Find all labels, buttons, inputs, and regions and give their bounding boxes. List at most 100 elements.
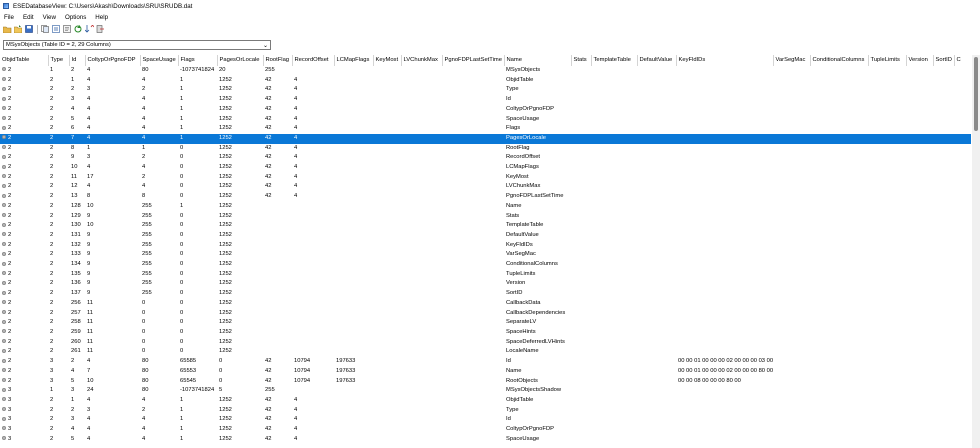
table-cell (591, 221, 637, 231)
table-cell (373, 115, 401, 125)
table-row[interactable]: 2 2 137 9 255 0 1252 SortID (0, 289, 971, 299)
table-row[interactable]: 2 2 7 4 4 1 1252 42 4 PagesOrLocale (0, 133, 971, 144)
table-row[interactable]: 2 3 4 7 80 65553 0 42 10794 197633 Name 00 00 01 00… (0, 367, 971, 377)
column-header-objidtable[interactable]: ObjidTable (0, 55, 49, 66)
table-row[interactable]: 2 2 8 1 1 0 1252 42 4 RootFlag (0, 144, 971, 154)
table-cell: 2 (50, 426, 54, 433)
table-row[interactable]: 2 2 2 3 2 1 1252 42 4 Type (0, 85, 971, 95)
scrollbar-thumb[interactable] (974, 57, 978, 131)
column-header-defaultvalue[interactable]: DefaultValue (637, 55, 677, 66)
column-header-name[interactable]: Name (504, 55, 572, 66)
open-icon[interactable] (2, 24, 12, 34)
table-row[interactable]: 2 2 136 9 255 0 1252 Version (0, 279, 971, 289)
menu-view[interactable]: View (39, 14, 61, 21)
table-row[interactable]: 2 2 134 9 255 0 1252 ConditionalColumns (0, 260, 971, 270)
column-header-templatetable[interactable]: TemplateTable (591, 55, 638, 66)
table-cell (637, 279, 676, 289)
table-cell: 2 (50, 406, 54, 413)
open-dropdown-icon[interactable] (13, 24, 23, 34)
table-cell (442, 406, 504, 416)
menu-file[interactable]: File (0, 14, 19, 21)
table-row[interactable]: 2 2 261 11 0 0 1252 LocaleName (0, 347, 971, 357)
table-row[interactable]: 2 2 5 4 4 1 1252 42 4 SpaceUsage (0, 115, 971, 125)
table-row[interactable]: 2 1 2 4 80 -1073741824 20 255 MSysObjects (0, 66, 971, 76)
table-cell (906, 153, 933, 163)
table-row[interactable]: 2 2 10 4 4 0 1252 42 4 LCMapFlags (0, 163, 971, 173)
column-header-flags[interactable]: Flags (178, 55, 218, 66)
table-row[interactable]: 3 2 1 4 4 1 1252 42 4 ObjidTable (0, 396, 971, 406)
table-cell (954, 250, 971, 260)
table-row[interactable]: 2 3 5 10 80 65545 0 42 10794 197633 RootObjects 00 … (0, 377, 971, 387)
column-header-recordoffset[interactable]: RecordOffset (292, 55, 335, 66)
menu-options[interactable]: Options (61, 14, 91, 21)
table-row[interactable]: 2 3 2 4 80 65585 0 42 10794 197633 Id 00 00 01 00 0… (0, 357, 971, 367)
column-header-coltyporpgnofdp[interactable]: ColtypOrPgnoFDP (85, 55, 141, 66)
column-header-spaceusage[interactable]: SpaceUsage (140, 55, 179, 66)
table-row[interactable]: 2 2 1 4 4 1 1252 42 4 ObjidTable (0, 76, 971, 86)
properties-icon[interactable] (62, 24, 72, 34)
table-row[interactable]: 2 2 258 11 0 0 1252 SeparateLV (0, 318, 971, 328)
table-row[interactable]: 2 2 256 11 0 0 1252 CallbackData (0, 299, 971, 309)
table-row[interactable]: 2 2 9 3 2 0 1252 42 4 RecordOffset (0, 153, 971, 163)
column-header-lvchunkmax[interactable]: LVChunkMax (401, 55, 443, 66)
table-row[interactable]: 3 2 4 4 4 1 1252 42 4 ColtypOrPgnoFDP (0, 425, 971, 435)
table-row[interactable]: 2 2 129 9 255 0 1252 Stats (0, 212, 971, 222)
column-header-tuplelimits[interactable]: TupleLimits (868, 55, 907, 66)
menu-help[interactable]: Help (91, 14, 113, 21)
table-row[interactable]: 2 2 3 4 4 1 1252 42 4 Id (0, 95, 971, 105)
column-header-conditionalcolumns[interactable]: ConditionalColumns (810, 55, 869, 66)
table-row[interactable]: 3 2 2 3 2 1 1252 42 4 Type (0, 406, 971, 416)
sort-icon[interactable] (84, 24, 94, 34)
save-icon[interactable] (24, 24, 34, 34)
table-cell: 2 (0, 85, 48, 95)
column-header-sortid[interactable]: SortID (933, 55, 955, 66)
table-row[interactable]: 2 2 135 9 255 0 1252 TupleLimits (0, 270, 971, 280)
exit-icon[interactable] (95, 24, 105, 34)
column-header-keyfldids[interactable]: KeyFldIDs (676, 55, 774, 66)
table-row[interactable]: 2 2 13 8 8 0 1252 42 4 PgnoFDPLastSetTime (0, 192, 971, 202)
chevron-down-icon[interactable]: ⌄ (261, 42, 270, 49)
table-row[interactable]: 3 1 3 24 80 -1073741824 5 255 MSysObjectsShadow (0, 386, 971, 396)
column-header-type[interactable]: Type (48, 55, 70, 66)
column-header-id[interactable]: Id (69, 55, 86, 66)
table-row[interactable]: 2 2 130 10 255 0 1252 TemplateTable (0, 221, 971, 231)
table-selector[interactable]: MSysObjects (Table ID = 2, 29 Columns) ⌄ (3, 40, 271, 50)
vertical-scrollbar[interactable] (972, 55, 980, 448)
table-row[interactable]: 2 2 257 11 0 0 1252 CallbackDependencies (0, 309, 971, 319)
table-cell (442, 318, 504, 328)
html-report-icon[interactable] (51, 24, 61, 34)
column-header-varsegmac[interactable]: VarSegMac (773, 55, 811, 66)
table-row[interactable]: 3 2 3 4 4 1 1252 42 4 Id (0, 415, 971, 425)
table-cell (571, 338, 591, 348)
table-row[interactable]: 2 2 6 4 4 1 1252 42 4 Flags (0, 124, 971, 134)
table-row[interactable]: 2 2 12 4 4 0 1252 42 4 LVChunkMax (0, 182, 971, 192)
column-header-pagesorlocale[interactable]: PagesOrLocale (217, 55, 264, 66)
records-grid[interactable]: ObjidTable Type Id ColtypOrPgnoFDP SpaceUsag… (0, 55, 971, 448)
table-row[interactable]: 2 2 131 9 255 0 1252 DefaultValue (0, 231, 971, 241)
table-cell: 2 (0, 270, 48, 280)
column-header-version[interactable]: Version (906, 55, 934, 66)
table-row[interactable]: 2 2 259 11 0 0 1252 SpaceHints (0, 328, 971, 338)
cell-value: 2 (8, 193, 12, 200)
column-header-rootflag[interactable]: RootFlag (263, 55, 293, 66)
table-cell (334, 386, 373, 396)
menu-edit[interactable]: Edit (19, 14, 39, 21)
table-row[interactable]: 2 2 260 11 0 0 1252 SpaceDeferredLVHints (0, 338, 971, 348)
table-row[interactable]: 2 2 132 9 255 0 1252 KeyFldIDs (0, 241, 971, 251)
column-header-c[interactable]: C (954, 55, 971, 66)
table-cell (868, 133, 906, 144)
table-cell (810, 95, 868, 105)
column-header-lcmapflags[interactable]: LCMapFlags (334, 55, 374, 66)
copy-icon[interactable] (40, 24, 50, 34)
column-header-keymost[interactable]: KeyMost (373, 55, 402, 66)
table-row[interactable]: 2 2 4 4 4 1 1252 42 4 ColtypOrPgnoFDP (0, 105, 971, 115)
table-row[interactable]: 2 2 128 10 255 1 1252 Name (0, 202, 971, 212)
table-cell (868, 415, 906, 425)
table-row[interactable]: 2 2 133 9 255 0 1252 VarSegMac (0, 250, 971, 260)
column-header-stats[interactable]: Stats (571, 55, 592, 66)
table-cell: Stats (506, 212, 520, 219)
table-row[interactable]: 3 2 5 4 4 1 1252 42 4 SpaceUsage (0, 435, 971, 445)
table-row[interactable]: 2 2 11 17 2 0 1252 42 4 KeyMost (0, 173, 971, 183)
column-header-pgnofdplastsettime[interactable]: PgnoFDPLastSetTime (442, 55, 505, 66)
refresh-icon[interactable] (73, 24, 83, 34)
